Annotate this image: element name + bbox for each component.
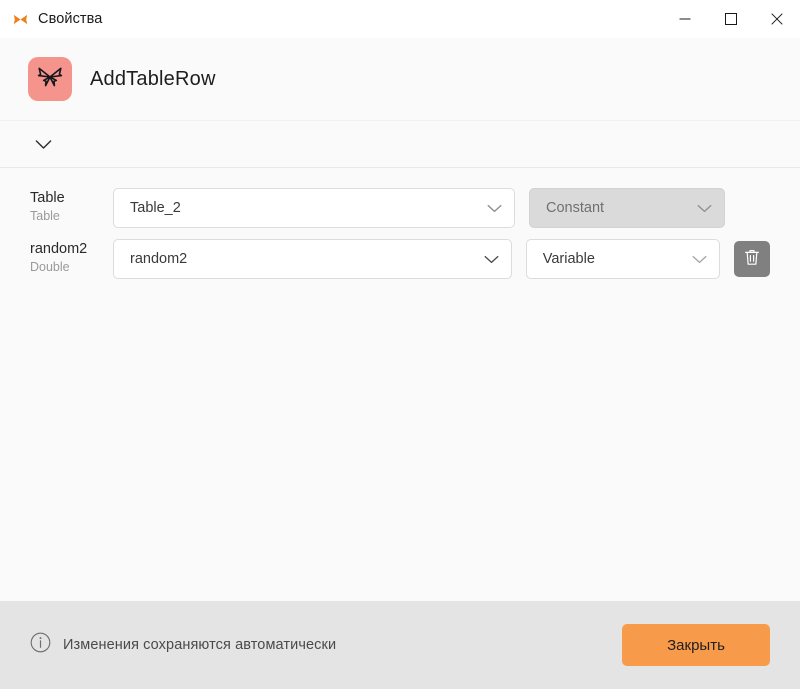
section-expander-toggle[interactable]: [30, 131, 56, 157]
chevron-down-icon: [487, 204, 502, 213]
butterfly-icon: [37, 66, 63, 93]
parameter-value-dropdown[interactable]: random2: [113, 239, 512, 279]
title-bar-left: Свойства: [0, 11, 102, 28]
parameters-panel: Table Table Table_2 Constant random2 Dou…: [0, 168, 800, 601]
parameter-label-group: random2 Double: [30, 239, 112, 276]
minimize-button[interactable]: [662, 0, 708, 38]
chevron-down-icon: [484, 255, 499, 264]
activity-badge: [28, 57, 72, 101]
parameter-value-dropdown[interactable]: Table_2: [113, 188, 515, 228]
parameter-kind-text: Variable: [542, 251, 595, 267]
footer-bar: Изменения сохраняются автоматически Закр…: [0, 601, 800, 689]
close-dialog-button[interactable]: Закрыть: [622, 624, 770, 666]
trash-icon: [743, 248, 761, 270]
window-title: Свойства: [38, 11, 103, 27]
chevron-down-icon: [35, 139, 52, 150]
parameter-kind-dropdown[interactable]: Constant: [529, 188, 725, 228]
parameter-value-text: Table_2: [130, 200, 181, 216]
page-title: AddTableRow: [90, 67, 216, 90]
parameter-name: Table: [30, 190, 65, 206]
window-controls: [662, 0, 800, 38]
parameter-kind-text: Constant: [546, 200, 605, 216]
chevron-down-icon: [692, 255, 707, 264]
section-expander-row: [0, 121, 800, 168]
delete-parameter-button[interactable]: [734, 241, 770, 277]
parameter-kind-dropdown[interactable]: Variable: [525, 239, 721, 279]
properties-window: Свойства AddTableRow Table Table Table_2…: [0, 0, 800, 689]
activity-header: AddTableRow: [0, 38, 800, 121]
parameter-label-group: Table Table: [30, 188, 112, 225]
butterfly-icon: [12, 11, 29, 28]
parameter-row: Table Table Table_2 Constant: [0, 188, 800, 230]
parameter-type: Table: [30, 209, 60, 223]
autosave-note: Изменения сохраняются автоматически: [30, 632, 336, 658]
title-bar: Свойства: [0, 0, 800, 38]
parameter-row: random2 Double random2 Variable: [0, 239, 800, 281]
info-icon: [30, 632, 51, 658]
maximize-button[interactable]: [708, 0, 754, 38]
parameter-type: Double: [30, 260, 70, 274]
autosave-text: Изменения сохраняются автоматически: [63, 637, 337, 653]
parameter-value-text: random2: [130, 251, 188, 267]
close-button[interactable]: [754, 0, 800, 38]
parameter-name: random2: [30, 241, 88, 257]
chevron-down-icon: [697, 204, 712, 213]
